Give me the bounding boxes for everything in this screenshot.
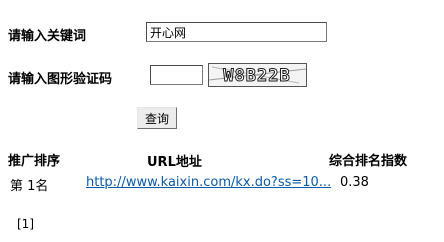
result-url-link[interactable]: http://www.kaixin.com/kx.do?ss=10... [86,175,331,190]
captcha-image: W8B22B [208,63,307,87]
captcha-text: W8B22B [223,66,290,86]
header-score: 综合排名指数 [329,154,408,169]
result-score: 0.38 [340,175,369,190]
captcha-label: 请输入图形验证码 [8,72,113,87]
search-button[interactable]: 查询 [137,107,177,129]
header-url: URL地址 [147,155,202,170]
captcha-input[interactable] [150,65,203,85]
keyword-label: 请输入关键词 [8,29,87,44]
keyword-input[interactable] [146,22,327,42]
pagination-page-1[interactable]: [1] [17,217,34,231]
header-rank: 推广排序 [8,154,61,169]
result-rank: 第 1名 [10,179,49,194]
